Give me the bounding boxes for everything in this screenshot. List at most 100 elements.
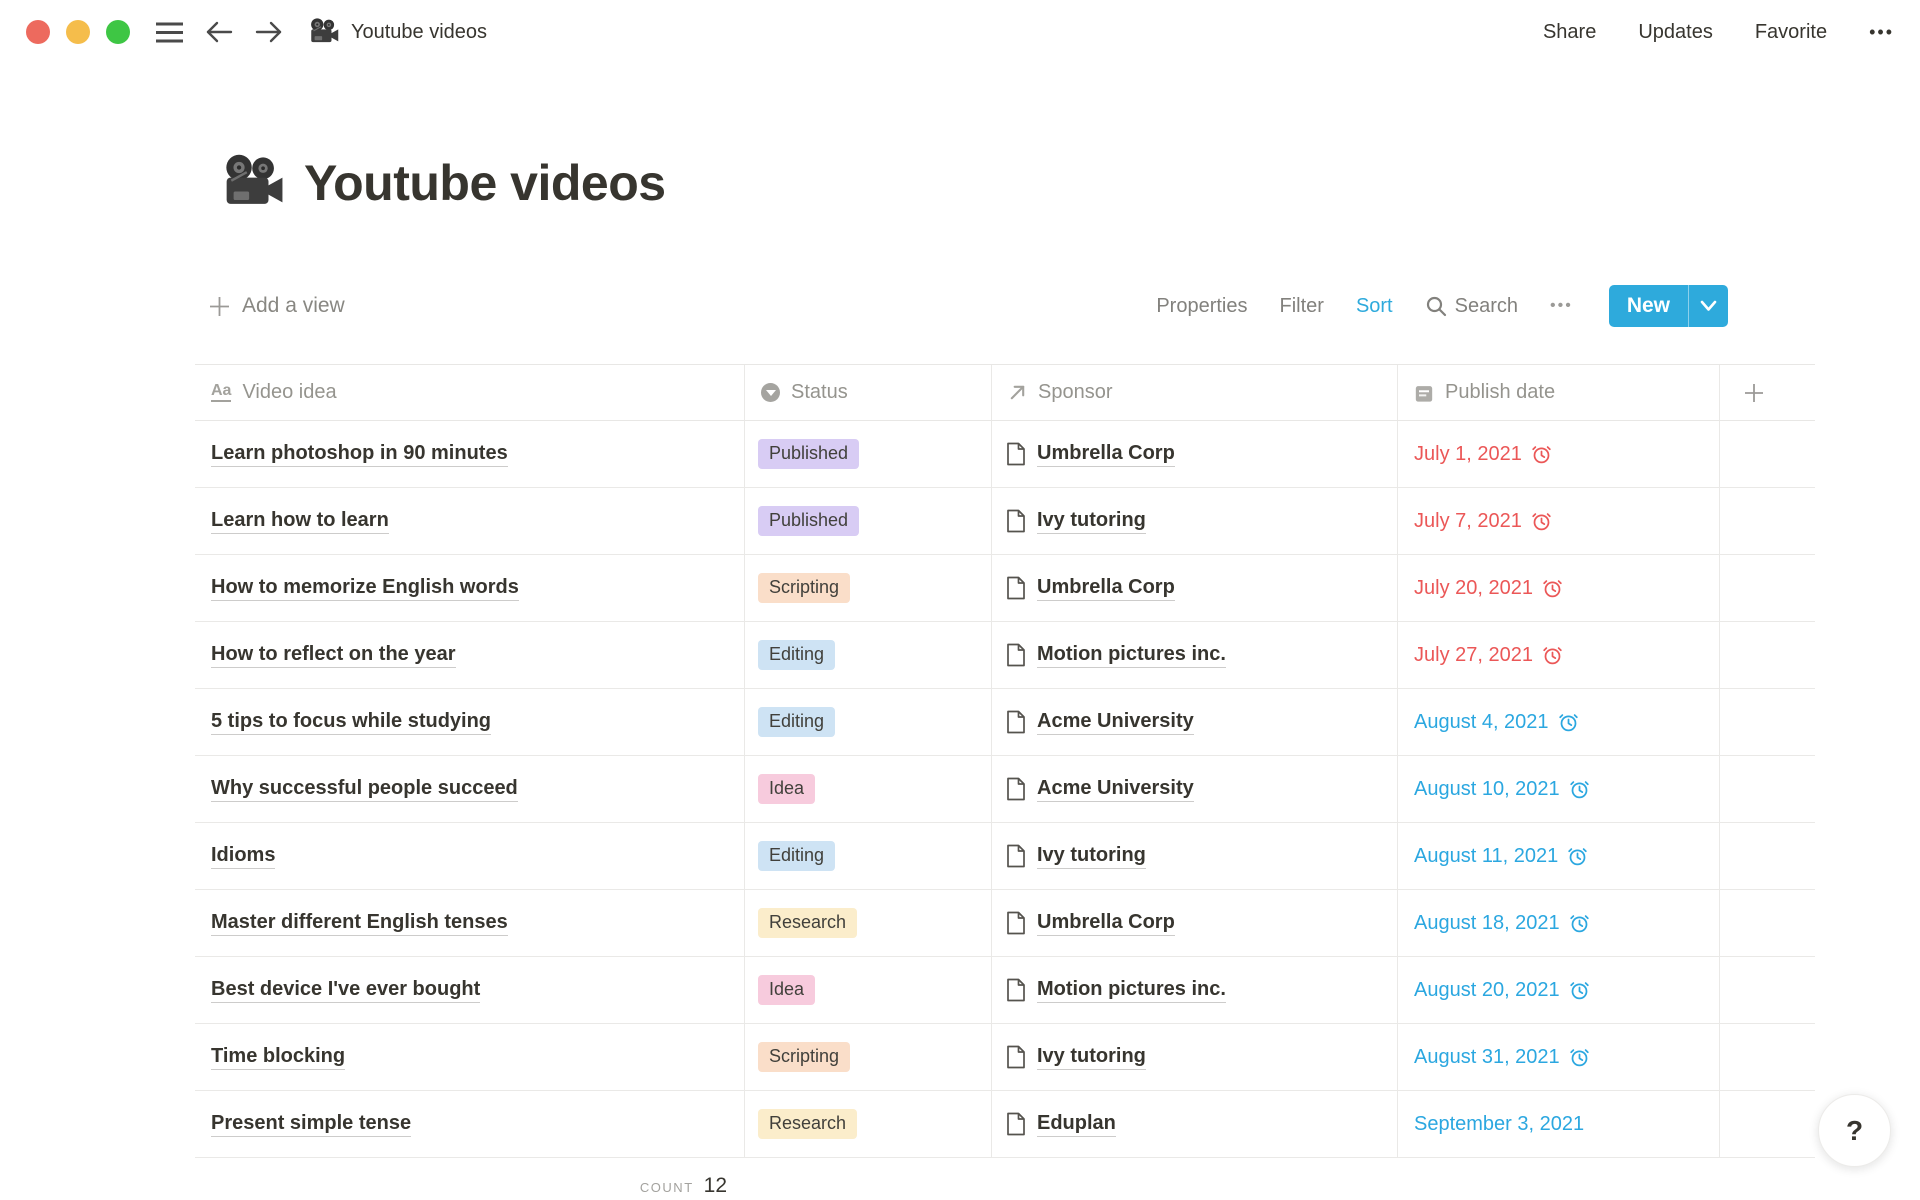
sponsor-cell[interactable]: Umbrella Corp [992, 421, 1398, 487]
video-idea-cell[interactable]: Present simple tense [195, 1091, 745, 1157]
minimize-window-button[interactable] [66, 20, 90, 44]
new-button[interactable]: New [1609, 285, 1728, 327]
publish-date-cell[interactable]: July 20, 2021 [1398, 555, 1720, 621]
publish-date-cell[interactable]: August 20, 2021 [1398, 957, 1720, 1023]
publish-date-cell[interactable]: July 27, 2021 [1398, 622, 1720, 688]
share-button[interactable]: Share [1543, 21, 1596, 44]
hamburger-menu-icon[interactable] [156, 22, 183, 43]
sponsor-cell[interactable]: Acme University [992, 756, 1398, 822]
sponsor-link[interactable]: Acme University [1037, 710, 1194, 735]
sponsor-link[interactable]: Umbrella Corp [1037, 911, 1175, 936]
video-idea-cell[interactable]: Time blocking [195, 1024, 745, 1090]
status-badge[interactable]: Research [758, 908, 857, 938]
video-idea-cell[interactable]: Master different English tenses [195, 890, 745, 956]
sponsor-cell[interactable]: Acme University [992, 689, 1398, 755]
video-idea-cell[interactable]: How to reflect on the year [195, 622, 745, 688]
table-row[interactable]: Idioms Editing Ivy tutoring August 11, 2… [195, 823, 1815, 890]
sponsor-cell[interactable]: Eduplan [992, 1091, 1398, 1157]
publish-date-cell[interactable]: August 10, 2021 [1398, 756, 1720, 822]
table-row[interactable]: Learn photoshop in 90 minutes Published … [195, 421, 1815, 488]
sponsor-link[interactable]: Ivy tutoring [1037, 844, 1146, 869]
close-window-button[interactable] [26, 20, 50, 44]
video-idea-cell[interactable]: Idioms [195, 823, 745, 889]
video-idea-link[interactable]: Why successful people succeed [211, 777, 518, 802]
table-row[interactable]: Time blocking Scripting Ivy tutoring Aug… [195, 1024, 1815, 1091]
sponsor-cell[interactable]: Ivy tutoring [992, 1024, 1398, 1090]
video-idea-link[interactable]: Time blocking [211, 1045, 345, 1070]
column-header-publish-date[interactable]: Publish date [1398, 365, 1720, 420]
page-title[interactable]: Youtube videos [304, 154, 666, 212]
status-badge[interactable]: Published [758, 439, 859, 469]
sponsor-cell[interactable]: Motion pictures inc. [992, 957, 1398, 1023]
table-row[interactable]: 5 tips to focus while studying Editing A… [195, 689, 1815, 756]
video-idea-cell[interactable]: Learn photoshop in 90 minutes [195, 421, 745, 487]
status-cell[interactable]: Published [745, 488, 992, 554]
column-header-status[interactable]: Status [745, 365, 992, 420]
table-row[interactable]: How to reflect on the year Editing Motio… [195, 622, 1815, 689]
status-badge[interactable]: Editing [758, 841, 835, 871]
video-idea-link[interactable]: Idioms [211, 844, 275, 869]
status-cell[interactable]: Published [745, 421, 992, 487]
sponsor-link[interactable]: Ivy tutoring [1037, 1045, 1146, 1070]
add-column-button[interactable] [1720, 365, 1815, 420]
publish-date-cell[interactable]: August 31, 2021 [1398, 1024, 1720, 1090]
status-badge[interactable]: Idea [758, 975, 815, 1005]
table-row[interactable]: Why successful people succeed Idea Acme … [195, 756, 1815, 823]
status-badge[interactable]: Editing [758, 640, 835, 670]
page-emoji-movie-camera-icon[interactable] [222, 152, 284, 214]
help-button[interactable]: ? [1818, 1094, 1891, 1167]
back-arrow-icon[interactable] [205, 20, 233, 44]
updates-button[interactable]: Updates [1638, 21, 1713, 44]
column-header-sponsor[interactable]: Sponsor [992, 365, 1398, 420]
sponsor-cell[interactable]: Ivy tutoring [992, 823, 1398, 889]
more-options-icon[interactable]: ••• [1869, 22, 1894, 43]
video-idea-cell[interactable]: Learn how to learn [195, 488, 745, 554]
status-badge[interactable]: Published [758, 506, 859, 536]
status-badge[interactable]: Idea [758, 774, 815, 804]
column-header-video-idea[interactable]: Aa Video idea [195, 365, 745, 420]
video-idea-cell[interactable]: How to memorize English words [195, 555, 745, 621]
table-row[interactable]: How to memorize English words Scripting … [195, 555, 1815, 622]
view-more-options-icon[interactable]: ••• [1550, 297, 1573, 315]
video-idea-cell[interactable]: 5 tips to focus while studying [195, 689, 745, 755]
video-idea-link[interactable]: Master different English tenses [211, 911, 508, 936]
sponsor-link[interactable]: Eduplan [1037, 1112, 1116, 1137]
favorite-button[interactable]: Favorite [1755, 21, 1827, 44]
forward-arrow-icon[interactable] [255, 20, 283, 44]
status-cell[interactable]: Editing [745, 622, 992, 688]
publish-date-cell[interactable]: July 7, 2021 [1398, 488, 1720, 554]
zoom-window-button[interactable] [106, 20, 130, 44]
sponsor-link[interactable]: Umbrella Corp [1037, 576, 1175, 601]
count-row[interactable]: COUNT 12 [195, 1158, 745, 1198]
search-button[interactable]: Search [1425, 295, 1518, 318]
sponsor-link[interactable]: Motion pictures inc. [1037, 643, 1226, 668]
sort-button[interactable]: Sort [1356, 295, 1393, 318]
video-idea-link[interactable]: Learn photoshop in 90 minutes [211, 442, 508, 467]
sponsor-link[interactable]: Umbrella Corp [1037, 442, 1175, 467]
table-row[interactable]: Master different English tenses Research… [195, 890, 1815, 957]
video-idea-cell[interactable]: Best device I've ever bought [195, 957, 745, 1023]
add-view-button[interactable]: Add a view [195, 294, 345, 318]
status-badge[interactable]: Scripting [758, 573, 850, 603]
status-cell[interactable]: Research [745, 890, 992, 956]
sponsor-cell[interactable]: Umbrella Corp [992, 555, 1398, 621]
filter-button[interactable]: Filter [1279, 295, 1323, 318]
publish-date-cell[interactable]: July 1, 2021 [1398, 421, 1720, 487]
sponsor-cell[interactable]: Umbrella Corp [992, 890, 1398, 956]
chevron-down-icon[interactable] [1689, 285, 1728, 327]
video-idea-link[interactable]: Learn how to learn [211, 509, 389, 534]
publish-date-cell[interactable]: September 3, 2021 [1398, 1091, 1720, 1157]
table-row[interactable]: Best device I've ever bought Idea Motion… [195, 957, 1815, 1024]
status-badge[interactable]: Scripting [758, 1042, 850, 1072]
status-badge[interactable]: Editing [758, 707, 835, 737]
status-cell[interactable]: Idea [745, 957, 992, 1023]
status-cell[interactable]: Editing [745, 689, 992, 755]
video-idea-link[interactable]: How to memorize English words [211, 576, 519, 601]
status-cell[interactable]: Scripting [745, 1024, 992, 1090]
status-cell[interactable]: Research [745, 1091, 992, 1157]
publish-date-cell[interactable]: August 4, 2021 [1398, 689, 1720, 755]
status-cell[interactable]: Idea [745, 756, 992, 822]
publish-date-cell[interactable]: August 18, 2021 [1398, 890, 1720, 956]
table-row[interactable]: Present simple tense Research Eduplan Se… [195, 1091, 1815, 1158]
sponsor-link[interactable]: Ivy tutoring [1037, 509, 1146, 534]
